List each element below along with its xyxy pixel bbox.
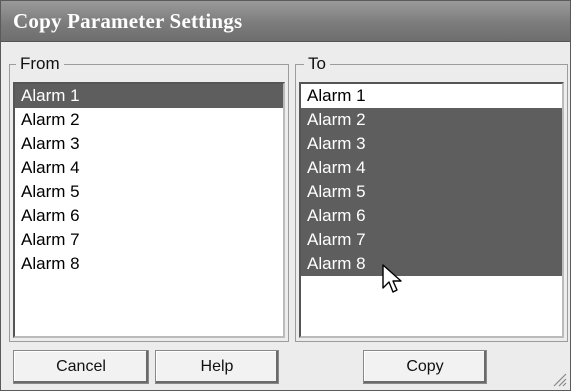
list-item[interactable]: Alarm 6 — [301, 204, 562, 228]
arrow-cursor-icon — [382, 264, 402, 293]
list-item[interactable]: Alarm 7 — [301, 228, 562, 252]
copy-parameter-settings-dialog: Copy Parameter Settings From Alarm 1 Alar… — [0, 0, 571, 391]
from-group: From Alarm 1 Alarm 2 Alarm 3 Alarm 4 Alarm 5… — [9, 54, 289, 342]
list-item[interactable]: Alarm 4 — [15, 156, 283, 180]
list-item[interactable]: Alarm 1 — [301, 84, 562, 108]
list-item[interactable]: Alarm 2 — [301, 108, 562, 132]
list-item[interactable]: Alarm 8 — [301, 252, 562, 276]
list-item[interactable]: Alarm 3 — [15, 132, 283, 156]
list-item[interactable]: Alarm 5 — [15, 180, 283, 204]
copy-button[interactable]: Copy — [363, 350, 487, 384]
from-group-label: From — [16, 54, 64, 74]
resize-grip-icon[interactable] — [551, 371, 567, 387]
list-item[interactable]: Alarm 4 — [301, 156, 562, 180]
to-listbox[interactable]: Alarm 1 Alarm 2 Alarm 3 Alarm 4 Alarm 5 Alarm… — [299, 82, 564, 338]
list-item[interactable]: Alarm 5 — [301, 180, 562, 204]
title-bar[interactable]: Copy Parameter Settings — [1, 1, 570, 42]
list-item[interactable]: Alarm 2 — [15, 108, 283, 132]
list-item[interactable]: Alarm 3 — [301, 132, 562, 156]
list-item[interactable]: Alarm 1 — [15, 84, 283, 108]
to-group-label: To — [304, 54, 330, 74]
list-item[interactable]: Alarm 7 — [15, 228, 283, 252]
list-item[interactable]: Alarm 6 — [15, 204, 283, 228]
to-group: To Alarm 1 Alarm 2 Alarm 3 Alarm 4 Alarm 5 Al… — [295, 54, 568, 342]
dialog-title: Copy Parameter Settings — [13, 9, 243, 33]
help-button[interactable]: Help — [155, 350, 279, 384]
cancel-button[interactable]: Cancel — [13, 350, 149, 384]
list-item[interactable]: Alarm 8 — [15, 252, 283, 276]
from-listbox[interactable]: Alarm 1 Alarm 2 Alarm 3 Alarm 4 Alarm 5 Alarm… — [13, 82, 285, 338]
